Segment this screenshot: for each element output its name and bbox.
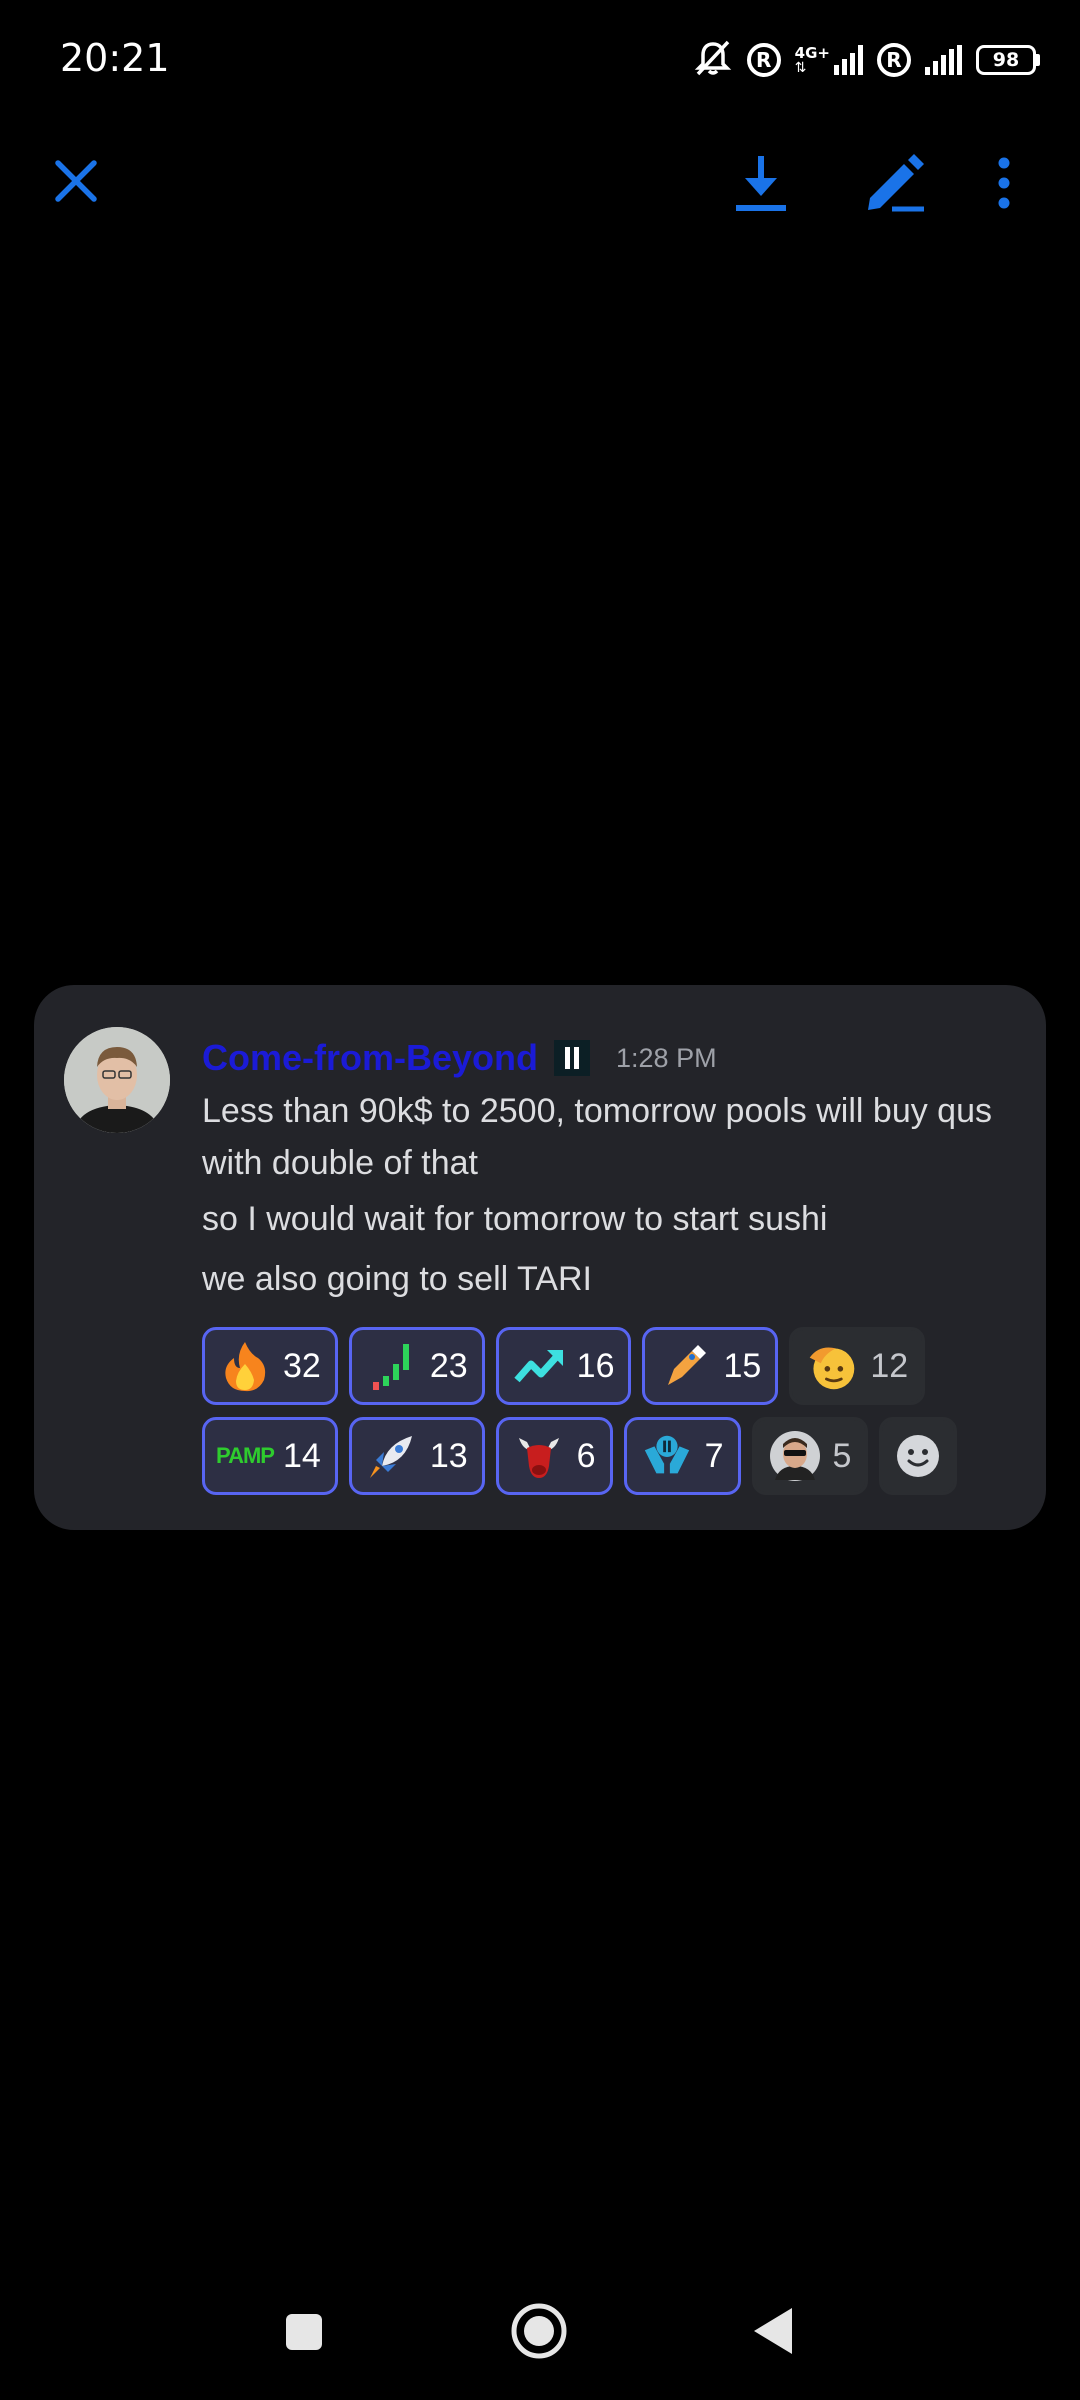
reaction-count: 6 (576, 1436, 596, 1475)
network-type-label: 4G+ (794, 44, 830, 62)
reaction-count: 32 (283, 1346, 321, 1385)
edit-button[interactable] (862, 152, 926, 218)
reaction-fire[interactable]: 32 (202, 1327, 338, 1405)
hands-coin-icon (641, 1430, 693, 1482)
rocket-icon (366, 1430, 418, 1482)
edit-icon (868, 154, 924, 212)
message-header: Come-from-Beyond 1:28 PM (202, 1033, 717, 1083)
pen-icon (659, 1340, 711, 1392)
recents-icon (286, 2314, 322, 2350)
bull-icon (513, 1430, 565, 1482)
message-card: Come-from-Beyond 1:28 PM Less than 90k$ … (34, 985, 1046, 1530)
pamp-icon: PAMP (216, 1443, 275, 1468)
battery-icon: 98 (976, 45, 1040, 75)
status-time: 20:21 (60, 36, 170, 80)
reaction-avatar[interactable]: 5 (751, 1417, 869, 1495)
reaction-count: 16 (576, 1346, 615, 1385)
status-icons: R 4G+ ⇅ R 98 (693, 36, 1040, 84)
author-name[interactable]: Come-from-Beyond (202, 1037, 538, 1079)
trending-up-icon (513, 1340, 565, 1392)
message-line-1: Less than 90k$ to 2500, tomorrow pools w… (202, 1092, 993, 1182)
reaction-count: 7 (704, 1436, 724, 1475)
close-button[interactable] (50, 155, 102, 211)
download-button[interactable] (730, 152, 792, 218)
registered-icon: R (746, 43, 781, 77)
reaction-pen[interactable]: 15 (642, 1327, 779, 1405)
back-button[interactable] (752, 2306, 794, 2360)
reaction-hands-coin[interactable]: 7 (623, 1417, 741, 1495)
registered-icon: R (877, 43, 911, 77)
add-reaction-icon (897, 1435, 940, 1477)
reaction-rocket[interactable]: 13 (348, 1417, 485, 1495)
reaction-count: 14 (283, 1436, 321, 1475)
message-timestamp: 1:28 PM (616, 1042, 717, 1073)
reaction-count: 23 (429, 1346, 468, 1385)
signal-icon: 4G+ ⇅ (795, 45, 863, 75)
reactions: 32 23 16 15 12 PAMP 14 13 6 7 5 (202, 1327, 1022, 1507)
reaction-count: 12 (870, 1346, 909, 1385)
more-options-button[interactable] (990, 155, 1018, 215)
reaction-saluting-face[interactable]: 12 (789, 1327, 926, 1405)
reaction-bull[interactable]: 6 (495, 1417, 613, 1495)
home-icon (511, 2303, 567, 2359)
more-vertical-icon (998, 157, 1010, 209)
battery-level: 98 (976, 45, 1036, 75)
avatar-emoji-icon (769, 1430, 821, 1482)
reaction-green-bars[interactable]: 23 (348, 1327, 485, 1405)
reaction-pamp[interactable]: PAMP 14 (202, 1417, 338, 1495)
status-bar: 20:21 R 4G+ ⇅ R 98 (0, 0, 1080, 120)
green-bars-icon (366, 1340, 418, 1392)
mute-bell-icon (693, 38, 733, 82)
signal-icon (925, 45, 962, 75)
avatar[interactable] (64, 1027, 170, 1133)
reaction-trending-up[interactable]: 16 (495, 1327, 632, 1405)
back-icon (754, 2308, 792, 2354)
recents-button[interactable] (284, 2312, 324, 2356)
message-line-3: we also going to sell TARI (202, 1260, 592, 1298)
message-line-2: so I would wait for tomorrow to start su… (202, 1200, 828, 1238)
home-button[interactable] (510, 2302, 568, 2364)
reaction-count: 15 (723, 1346, 762, 1385)
saluting-face-icon (806, 1340, 858, 1392)
add-reaction-button[interactable] (879, 1417, 958, 1495)
role-badge-icon (554, 1040, 591, 1076)
reaction-count: 13 (429, 1436, 468, 1475)
fire-icon (219, 1340, 271, 1392)
reaction-count: 5 (832, 1436, 852, 1475)
download-icon (736, 156, 786, 211)
close-icon (55, 160, 97, 202)
